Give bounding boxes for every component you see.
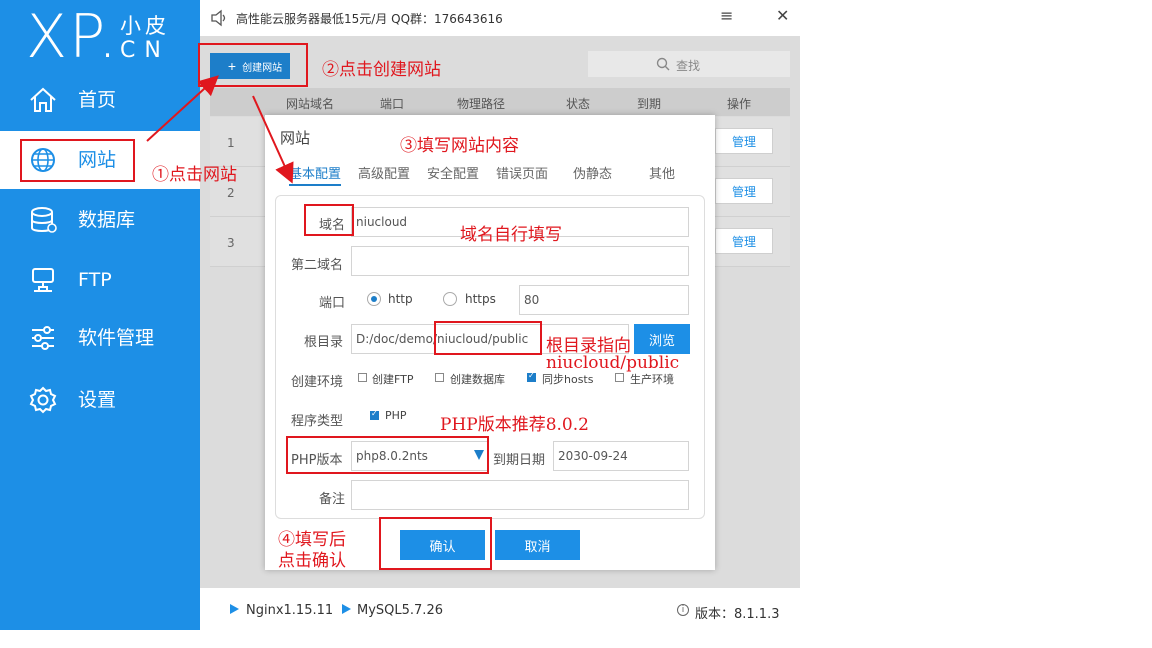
port-input[interactable]: 80: [519, 285, 689, 315]
manage-button[interactable]: 管理: [715, 128, 773, 154]
nginx-status[interactable]: Nginx1.15.11: [246, 603, 333, 618]
expire-label: 到期日期: [493, 453, 546, 468]
sliders-icon: [32, 326, 54, 350]
column-header: 网站域名: [286, 97, 335, 111]
speaker-icon: [211, 9, 226, 27]
title-bar: 高性能云服务器最低15元/月 QQ群：176643616 ≡ ✕: [200, 0, 800, 36]
search-icon: [656, 57, 670, 71]
row-number: 2: [227, 186, 235, 200]
annotation-step2: ②点击创建网站: [322, 60, 441, 80]
annotation-step3: ③填写网站内容: [400, 136, 519, 156]
note-input[interactable]: [351, 480, 689, 510]
sidebar-item-home[interactable]: 首页: [0, 71, 200, 129]
create-db-checkbox[interactable]: [435, 373, 444, 382]
table-header: 网站域名 端口 物理路径 状态 到期 操作: [210, 88, 790, 116]
manage-button[interactable]: 管理: [715, 228, 773, 254]
logo-chinese: 小皮: [120, 14, 170, 38]
manage-button[interactable]: 管理: [715, 178, 773, 204]
program-type-label: 程序类型: [291, 414, 344, 429]
close-icon[interactable]: ✕: [776, 6, 789, 25]
second-domain-label: 第二域名: [291, 258, 344, 273]
port-label: 端口: [319, 296, 346, 311]
status-bar: Nginx1.15.11 MySQL5.7.26 i 版本：8.1.1.3: [200, 588, 800, 630]
sidebar-item-software[interactable]: 软件管理: [0, 309, 200, 367]
sidebar-item-label: 设置: [78, 389, 117, 411]
highlight-php-version: [286, 436, 489, 474]
tab-security[interactable]: 安全配置: [427, 163, 479, 182]
sidebar-item-settings[interactable]: 设置: [0, 371, 200, 429]
column-header: 到期: [637, 97, 662, 111]
annotation-php: PHP版本推荐8.0.2: [440, 415, 589, 435]
column-header: 状态: [566, 97, 591, 111]
tab-rewrite[interactable]: 伪静态: [573, 163, 612, 182]
annotation-root-line2: niucloud/public: [546, 353, 680, 373]
sidebar-item-label: 首页: [78, 89, 117, 111]
menu-icon[interactable]: ≡: [720, 6, 733, 25]
production-checkbox[interactable]: [615, 373, 624, 382]
sidebar-item-label: FTP: [78, 269, 112, 291]
play-icon: [342, 604, 351, 614]
highlight-domain: [304, 204, 354, 236]
cancel-button[interactable]: 取消: [495, 530, 580, 560]
home-icon: [30, 87, 56, 112]
logo-cn: CN: [120, 38, 170, 63]
php-checkbox[interactable]: [370, 409, 379, 420]
https-radio[interactable]: [443, 292, 457, 306]
create-ftp-checkbox[interactable]: [358, 373, 367, 382]
http-label: http: [388, 292, 413, 306]
search-input[interactable]: 查找: [588, 51, 790, 77]
note-label: 备注: [319, 492, 346, 507]
sync-hosts-label: 同步hosts: [542, 373, 594, 386]
production-label: 生产环境: [630, 373, 674, 386]
php-type-label: PHP: [385, 409, 407, 422]
column-header: 操作: [727, 97, 752, 111]
browse-button[interactable]: 浏览: [634, 324, 690, 354]
second-domain-input[interactable]: [351, 246, 689, 276]
sync-hosts-checkbox[interactable]: [527, 371, 536, 382]
column-header: 端口: [380, 97, 405, 111]
highlight-confirm: [379, 517, 492, 570]
dialog-title: 网站: [280, 129, 311, 147]
highlight-root-dir: [434, 321, 542, 355]
sidebar-item-label: 数据库: [78, 209, 136, 231]
annotation-step4-line2: 点击确认: [278, 551, 346, 571]
server-icon: [32, 268, 54, 292]
https-label: https: [465, 292, 496, 306]
app-window: XP. 小皮 CN 首页 网站 数据库 FTP 软件管理 设置 高性能云服务器最…: [0, 0, 1152, 648]
logo-text: XP.: [26, 2, 120, 72]
root-dir-label: 根目录: [304, 335, 344, 350]
database-icon: [31, 207, 57, 233]
sidebar: XP. 小皮 CN 首页 网站 数据库 FTP 软件管理 设置: [0, 0, 200, 630]
mysql-status[interactable]: MySQL5.7.26: [357, 603, 443, 618]
play-icon: [230, 604, 239, 614]
tab-basic[interactable]: 基本配置: [289, 163, 342, 186]
row-number: 1: [227, 136, 235, 150]
promo-text: 高性能云服务器最低15元/月 QQ群：176643616: [236, 12, 503, 26]
version-text: 版本：8.1.1.3: [695, 607, 780, 622]
highlight-websites: [20, 139, 135, 182]
column-header: 物理路径: [457, 97, 506, 111]
gear-icon: [29, 386, 57, 414]
sidebar-item-database[interactable]: 数据库: [0, 191, 200, 249]
tab-error-pages[interactable]: 错误页面: [496, 163, 548, 182]
env-label: 创建环境: [291, 375, 344, 390]
create-db-label: 创建数据库: [450, 373, 505, 386]
expire-input[interactable]: 2030-09-24: [553, 441, 689, 471]
info-icon: i: [677, 604, 689, 616]
create-ftp-label: 创建FTP: [372, 373, 414, 386]
tab-advanced[interactable]: 高级配置: [358, 163, 410, 182]
annotation-step1: ①点击网站: [152, 165, 237, 185]
annotation-domain: 域名自行填写: [460, 225, 562, 245]
http-radio[interactable]: [367, 292, 381, 306]
highlight-create-button: [198, 43, 308, 87]
sidebar-item-label: 软件管理: [78, 327, 155, 349]
tab-other[interactable]: 其他: [649, 163, 675, 182]
sidebar-item-ftp[interactable]: FTP: [0, 251, 200, 309]
search-placeholder: 查找: [676, 59, 701, 73]
row-number: 3: [227, 236, 235, 250]
